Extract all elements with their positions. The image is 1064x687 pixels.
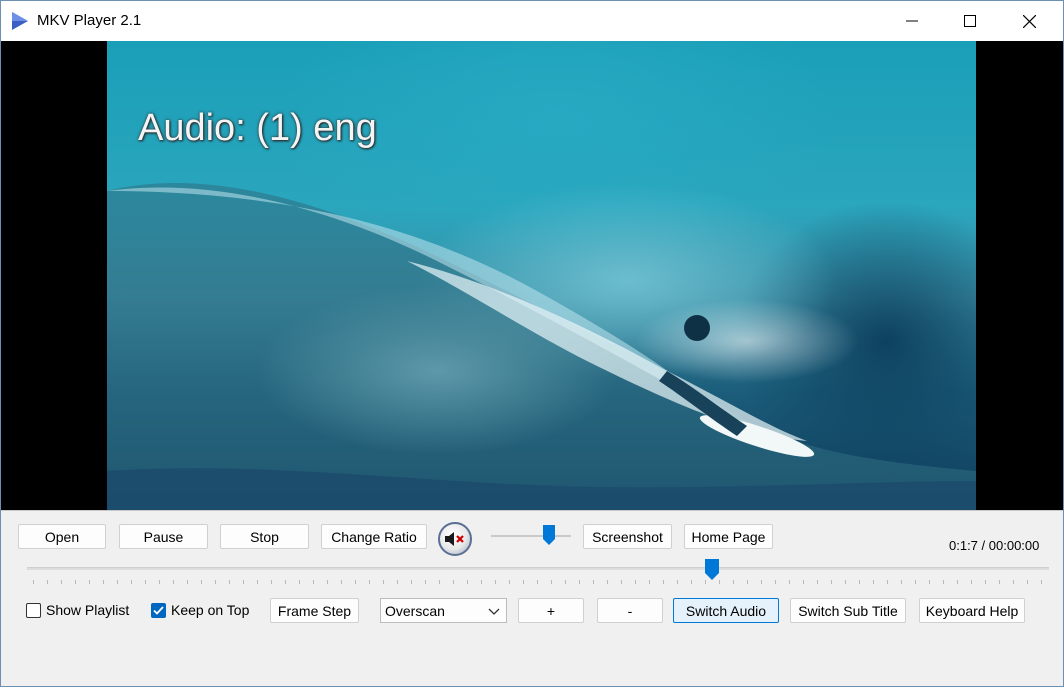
time-current: 0:1:7 <box>949 538 978 553</box>
seek-ticks <box>33 580 1049 584</box>
maximize-icon <box>964 15 976 27</box>
time-total: 00:00:00 <box>988 538 1040 553</box>
screenshot-button[interactable]: Screenshot <box>583 524 672 549</box>
show-playlist-box[interactable] <box>26 602 41 618</box>
close-button[interactable] <box>1000 1 1058 41</box>
minimize-icon <box>906 20 918 22</box>
switch-audio-button[interactable]: Switch Audio <box>673 598 779 623</box>
keep-on-top-box[interactable] <box>151 602 166 618</box>
scan-mode-select[interactable]: Overscan <box>380 598 507 623</box>
mute-button[interactable] <box>438 522 472 556</box>
switch-subtitle-button[interactable]: Switch Sub Title <box>790 598 906 623</box>
show-playlist-checkbox[interactable]: Show Playlist <box>26 602 129 618</box>
open-button[interactable]: Open <box>18 524 106 549</box>
chevron-down-icon <box>488 608 500 615</box>
title-bar[interactable]: MKV Player 2.1 <box>1 1 1063 41</box>
keep-on-top-label: Keep on Top <box>171 602 250 618</box>
maximize-button[interactable] <box>941 1 999 41</box>
zoom-minus-button[interactable]: - <box>597 598 663 623</box>
home-page-button[interactable]: Home Page <box>684 524 773 549</box>
checkmark-icon <box>153 605 164 615</box>
mkv-player-window: MKV Player 2.1 Audio: (1) eng Open Pause… <box>0 0 1064 687</box>
seek-track[interactable] <box>27 567 1049 570</box>
volume-track[interactable] <box>491 535 571 537</box>
pause-button[interactable]: Pause <box>119 524 208 549</box>
seek-slider-thumb[interactable] <box>704 559 719 580</box>
scan-mode-value: Overscan <box>385 602 445 619</box>
keyboard-help-button[interactable]: Keyboard Help <box>919 598 1025 623</box>
stop-button[interactable]: Stop <box>220 524 309 549</box>
osd-audio-track: Audio: (1) eng <box>138 107 377 149</box>
keep-on-top-checkbox[interactable]: Keep on Top <box>151 602 249 618</box>
close-icon <box>1022 14 1036 28</box>
volume-slider-thumb[interactable] <box>542 525 555 545</box>
window-title: MKV Player 2.1 <box>37 12 142 29</box>
speaker-muted-icon <box>445 532 464 546</box>
time-separator: / <box>977 538 989 553</box>
change-ratio-button[interactable]: Change Ratio <box>321 524 427 549</box>
time-display: 0:1:7 / 00:00:00 <box>949 538 1039 553</box>
video-area[interactable]: Audio: (1) eng <box>1 41 1063 510</box>
minimize-button[interactable] <box>883 1 941 41</box>
zoom-plus-button[interactable]: + <box>518 598 584 623</box>
show-playlist-label: Show Playlist <box>46 602 130 618</box>
frame-step-button[interactable]: Frame Step <box>270 598 359 623</box>
play-triangle-icon <box>12 12 28 30</box>
